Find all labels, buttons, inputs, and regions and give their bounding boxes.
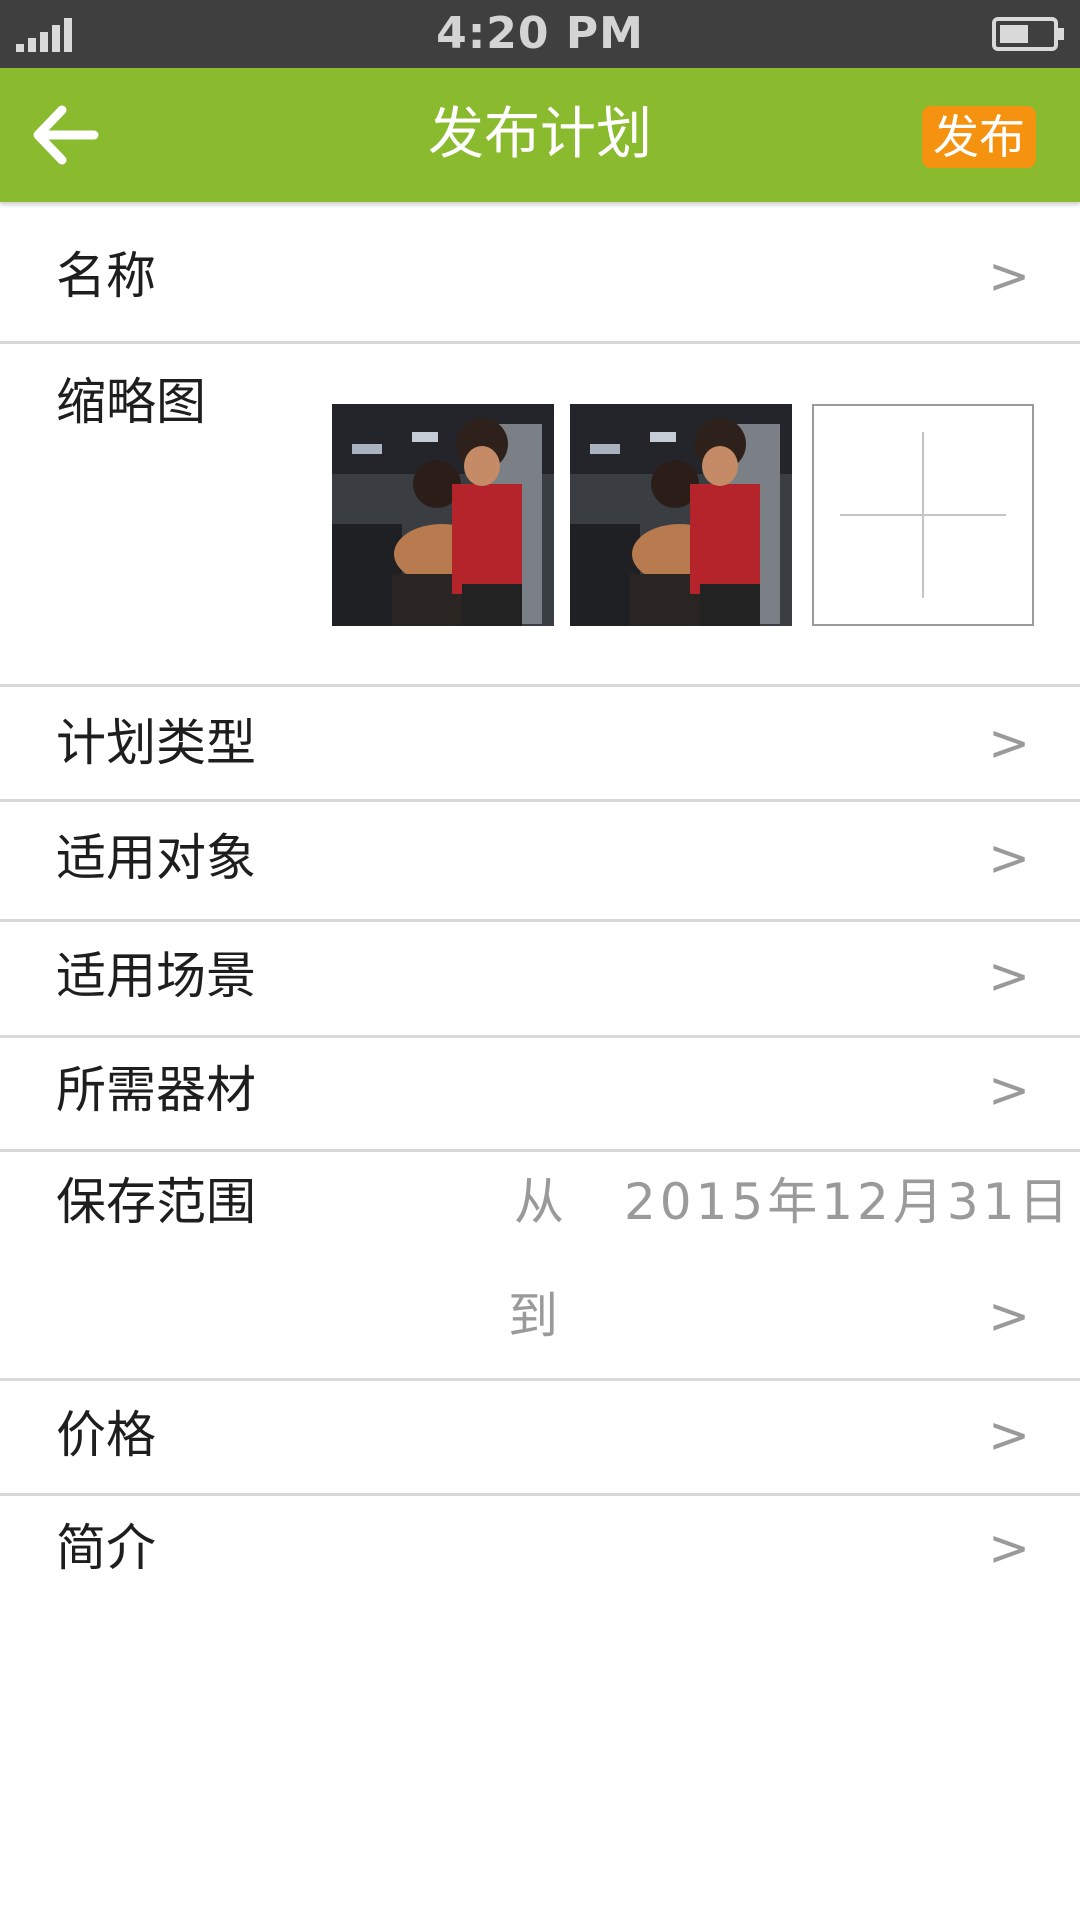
name-row[interactable]: 名称 > — [0, 204, 1080, 344]
intro-label: 简介 — [56, 1519, 156, 1577]
target-label: 适用对象 — [56, 829, 256, 887]
chevron-right-icon: > — [988, 1061, 1030, 1119]
thumbnail-label: 缩略图 — [56, 373, 206, 431]
add-image-button[interactable] — [812, 404, 1034, 626]
app-header: 发布计划 发布 — [0, 68, 1080, 202]
scene-row[interactable]: 适用场景 > — [0, 922, 1080, 1038]
chevron-right-icon: > — [988, 1287, 1030, 1345]
publish-button[interactable]: 发布 — [922, 106, 1036, 168]
scene-label: 适用场景 — [56, 947, 256, 1005]
chevron-right-icon: > — [988, 947, 1030, 1005]
equipment-row[interactable]: 所需器材 > — [0, 1038, 1080, 1152]
target-row[interactable]: 适用对象 > — [0, 802, 1080, 922]
page-title: 发布计划 — [428, 102, 652, 167]
range-from-date[interactable]: 2015年12月31日 — [624, 1172, 1073, 1232]
name-label: 名称 — [56, 247, 156, 305]
save-range-row[interactable]: 保存范围 从 2015年12月31日 到 > — [0, 1152, 1080, 1381]
save-range-label: 保存范围 — [56, 1173, 256, 1231]
intro-row[interactable]: 简介 > — [0, 1496, 1080, 1608]
price-label: 价格 — [56, 1406, 156, 1464]
status-bar: 4:20 PM — [0, 0, 1080, 68]
battery-icon — [992, 17, 1064, 51]
equipment-label: 所需器材 — [56, 1061, 256, 1119]
plan-type-label: 计划类型 — [56, 714, 256, 772]
chevron-right-icon: > — [988, 714, 1030, 772]
thumbnail-image[interactable] — [570, 404, 792, 626]
range-to-label: 到 — [508, 1287, 558, 1345]
price-row[interactable]: 价格 > — [0, 1381, 1080, 1496]
plus-icon — [922, 432, 924, 598]
status-time: 4:20 PM — [436, 8, 644, 59]
chevron-right-icon: > — [988, 1406, 1030, 1464]
plan-type-row[interactable]: 计划类型 > — [0, 687, 1080, 802]
range-from-label: 从 — [514, 1173, 564, 1231]
chevron-right-icon: > — [988, 1519, 1030, 1577]
thumbnail-image[interactable] — [332, 404, 554, 626]
chevron-right-icon: > — [988, 829, 1030, 887]
chevron-right-icon: > — [988, 247, 1030, 305]
